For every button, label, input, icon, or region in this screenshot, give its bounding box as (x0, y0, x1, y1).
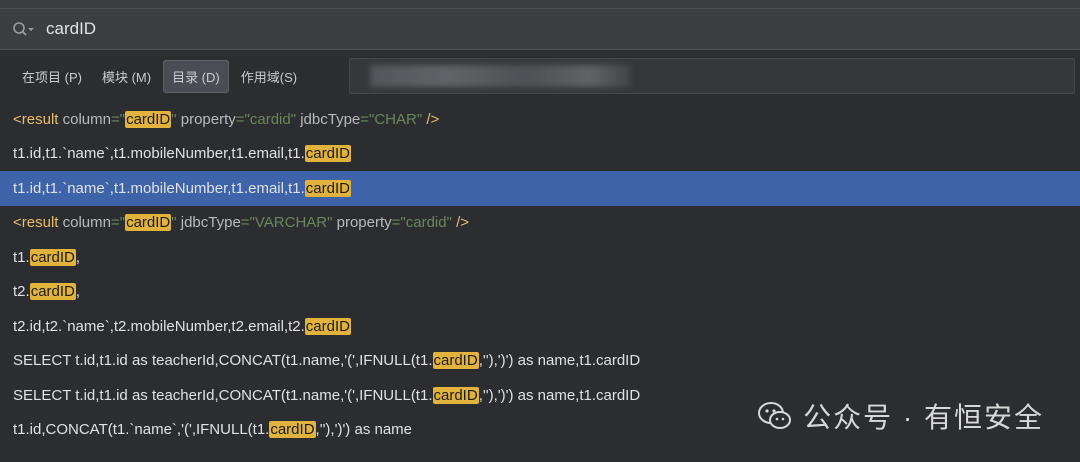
result-text: property (180, 110, 236, 128)
result-text: " (171, 214, 181, 232)
match-highlight: cardID (29, 248, 76, 266)
find-in-files-window: 在项目 (P) 模块 (M) 目录 (D) 作用域(S) <result col… (0, 0, 1080, 462)
scope-tab-directory[interactable]: 目录 (D) (163, 59, 229, 93)
result-text: <result (13, 110, 63, 128)
match-highlight: cardID (304, 179, 351, 197)
result-text: SELECT t.id,t1.id as teacherId,CONCAT(t1… (13, 352, 433, 370)
result-text: jdbcType (300, 110, 361, 128)
result-text: t1.id,t1.`name`,t1.mobileNumber,t1.email… (13, 179, 305, 197)
search-bar (0, 9, 1080, 50)
result-row[interactable]: t1. cardID, (0, 240, 1080, 275)
result-text: ="cardid" (391, 214, 457, 232)
match-highlight: cardID (269, 421, 316, 439)
result-text: <result (13, 214, 63, 232)
search-input[interactable] (46, 19, 646, 39)
scope-tab-module[interactable]: 模块 (M) (94, 61, 159, 92)
match-highlight: cardID (125, 110, 172, 128)
result-text: t1. (13, 248, 30, 266)
match-highlight: cardID (29, 283, 76, 301)
watermark-text: 公众号 · 有恒安全 (803, 402, 1044, 433)
result-row[interactable]: t1.id,t1.`name`,t1.mobileNumber,t1.email… (0, 171, 1080, 206)
match-highlight: cardID (432, 352, 479, 370)
result-text: jdbcType (180, 214, 241, 232)
wechat-icon (757, 400, 793, 432)
result-text: column (62, 214, 111, 232)
result-text: ,''),')') as name,t1.cardID (478, 352, 641, 370)
match-highlight: cardID (125, 214, 172, 232)
result-text: , (75, 283, 81, 301)
scope-tab-scope[interactable]: 作用域(S) (233, 61, 305, 92)
result-text: /> (456, 214, 470, 232)
result-row[interactable]: t2. cardID, (0, 275, 1080, 310)
result-text: , (75, 248, 81, 266)
result-text: /> (426, 110, 440, 128)
search-history-icon[interactable] (12, 20, 36, 38)
result-text: column (62, 110, 111, 128)
scope-bar: 在项目 (P) 模块 (M) 目录 (D) 作用域(S) (0, 50, 1080, 102)
match-highlight: cardID (304, 317, 351, 335)
result-row[interactable]: <result column =" cardID " jdbcType ="VARCHA… (0, 206, 1080, 241)
redacted-path (370, 65, 631, 87)
match-highlight: cardID (304, 145, 351, 163)
result-text: t1.id,t1.`name`,t1.mobileNumber,t1.email… (13, 145, 305, 163)
result-text: ="cardid" (235, 110, 301, 128)
directory-path-field[interactable] (349, 58, 1076, 94)
result-text: t1.id,CONCAT(t1.`name`,'(',IFNULL(t1. (13, 421, 270, 439)
result-text: ="CHAR" (360, 110, 427, 128)
result-row[interactable]: t1.id,t1.`name`,t1.mobileNumber,t1.email… (0, 137, 1080, 172)
result-text: t2.id,t2.`name`,t2.mobileNumber,t2.email… (13, 317, 305, 335)
window-top-strip (0, 0, 1080, 9)
result-text: ="VARCHAR" (240, 214, 337, 232)
result-text: =" (110, 214, 126, 232)
result-text: SELECT t.id,t1.id as teacherId,CONCAT(t1… (13, 386, 433, 404)
match-highlight: cardID (432, 386, 479, 404)
result-text: t2. (13, 283, 30, 301)
result-text: =" (110, 110, 126, 128)
result-text: ,''),')') as name,t1.cardID (478, 386, 641, 404)
result-text: " (171, 110, 181, 128)
result-row[interactable]: <result column =" cardID " property ="cardid… (0, 102, 1080, 137)
watermark: 公众号 · 有恒安全 (757, 396, 1044, 436)
scope-tab-project[interactable]: 在项目 (P) (14, 61, 90, 92)
result-row[interactable]: SELECT t.id,t1.id as teacherId,CONCAT(t1… (0, 344, 1080, 379)
result-row[interactable]: t2.id,t2.`name`,t2.mobileNumber,t2.email… (0, 309, 1080, 344)
result-text: property (336, 214, 392, 232)
result-text: ,''),')') as name (315, 421, 413, 439)
